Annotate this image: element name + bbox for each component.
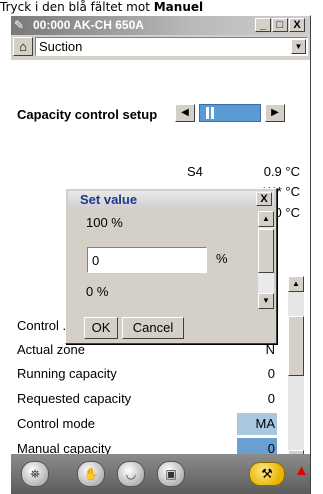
max-value-label: 100 % <box>86 215 123 230</box>
alarm-bell-icon[interactable]: ▲ <box>294 462 309 480</box>
list-item[interactable]: Requested capacity 0 <box>17 388 277 412</box>
camera-icon[interactable]: ▣ <box>157 461 185 487</box>
dialog-title: Set value <box>80 192 138 207</box>
reading-value: 0.9 °C <box>263 164 300 179</box>
list-scrollbar[interactable]: ▲ ▼ <box>288 276 304 466</box>
list-item-label: Control mode <box>17 416 96 431</box>
maximize-button[interactable]: □ <box>272 18 288 32</box>
selector-bar-icon <box>206 107 209 119</box>
app-icon: ✎ <box>14 18 25 32</box>
caption-text: Tryck i den blå fältet mot <box>0 0 154 14</box>
list-item-label: Actual zone <box>17 342 85 357</box>
step-right-button[interactable]: ▶ <box>265 104 285 122</box>
close-button[interactable]: X <box>289 18 305 32</box>
dialog-close-button[interactable]: X <box>256 192 272 206</box>
instruction-caption: Tryck i den blå fältet mot Manuel <box>0 0 323 16</box>
list-item[interactable]: Running capacity 0 <box>17 363 277 387</box>
app-window: ✎ 00:000 AK-CH 650A _ □ X ⌂ Suction ▼ Ca… <box>10 15 311 494</box>
caption-bold: Manuel <box>153 0 204 14</box>
list-item-label: Requested capacity <box>17 391 132 406</box>
minimize-button[interactable]: _ <box>255 18 271 32</box>
step-left-button[interactable]: ◀ <box>175 104 195 122</box>
hand-icon[interactable]: ✋ <box>77 461 105 487</box>
scroll-thumb[interactable] <box>288 316 304 376</box>
location-value: Suction <box>39 39 83 54</box>
selector-bar-icon <box>211 107 214 119</box>
reading-label: S4 <box>187 164 203 179</box>
dialog-title-bar[interactable]: Set value X <box>68 191 274 209</box>
location-bar: ⌂ Suction ▼ <box>13 36 308 58</box>
value-slider[interactable]: ▲ ▼ <box>258 211 274 309</box>
slider-down-icon[interactable]: ▼ <box>258 293 274 309</box>
list-item-value: 0 <box>267 366 275 381</box>
scroll-up-icon[interactable]: ▲ <box>288 276 304 292</box>
list-item-label: Running capacity <box>17 366 117 381</box>
slider-thumb[interactable] <box>258 229 274 273</box>
unit-label: % <box>216 251 228 266</box>
location-dropdown[interactable]: Suction ▼ <box>35 37 308 56</box>
home-icon[interactable]: ⌂ <box>13 37 33 56</box>
list-item-value: N <box>265 342 275 357</box>
overview-icon[interactable]: ⛯ <box>21 461 49 487</box>
wrench-icon[interactable]: ⚒ <box>249 462 285 486</box>
capacity-setup-label: Capacity control setup <box>17 107 158 122</box>
chevron-down-icon[interactable]: ▼ <box>291 39 306 54</box>
slider-up-icon[interactable]: ▲ <box>258 211 274 227</box>
title-bar[interactable]: ✎ 00:000 AK-CH 650A _ □ X <box>11 16 310 35</box>
list-item-value: MA <box>255 416 276 431</box>
capacity-setup-selector[interactable] <box>199 104 261 122</box>
cup-icon[interactable]: ◡ <box>117 461 145 487</box>
min-value-label: 0 % <box>86 284 109 299</box>
ok-button[interactable]: OK <box>84 317 118 339</box>
list-item-value: 0 <box>267 391 275 406</box>
value-input[interactable] <box>87 247 207 273</box>
set-value-dialog: Set value X 100 % % 0 % ▲ ▼ OK Cancel <box>65 188 277 344</box>
list-item[interactable]: Control mode MA <box>17 413 277 437</box>
window-title: 00:000 AK-CH 650A <box>33 18 144 32</box>
cancel-button[interactable]: Cancel <box>122 317 184 339</box>
bottom-toolbar: ⛯ ✋ ◡ ▣ ⚒ ▲ <box>11 454 310 494</box>
